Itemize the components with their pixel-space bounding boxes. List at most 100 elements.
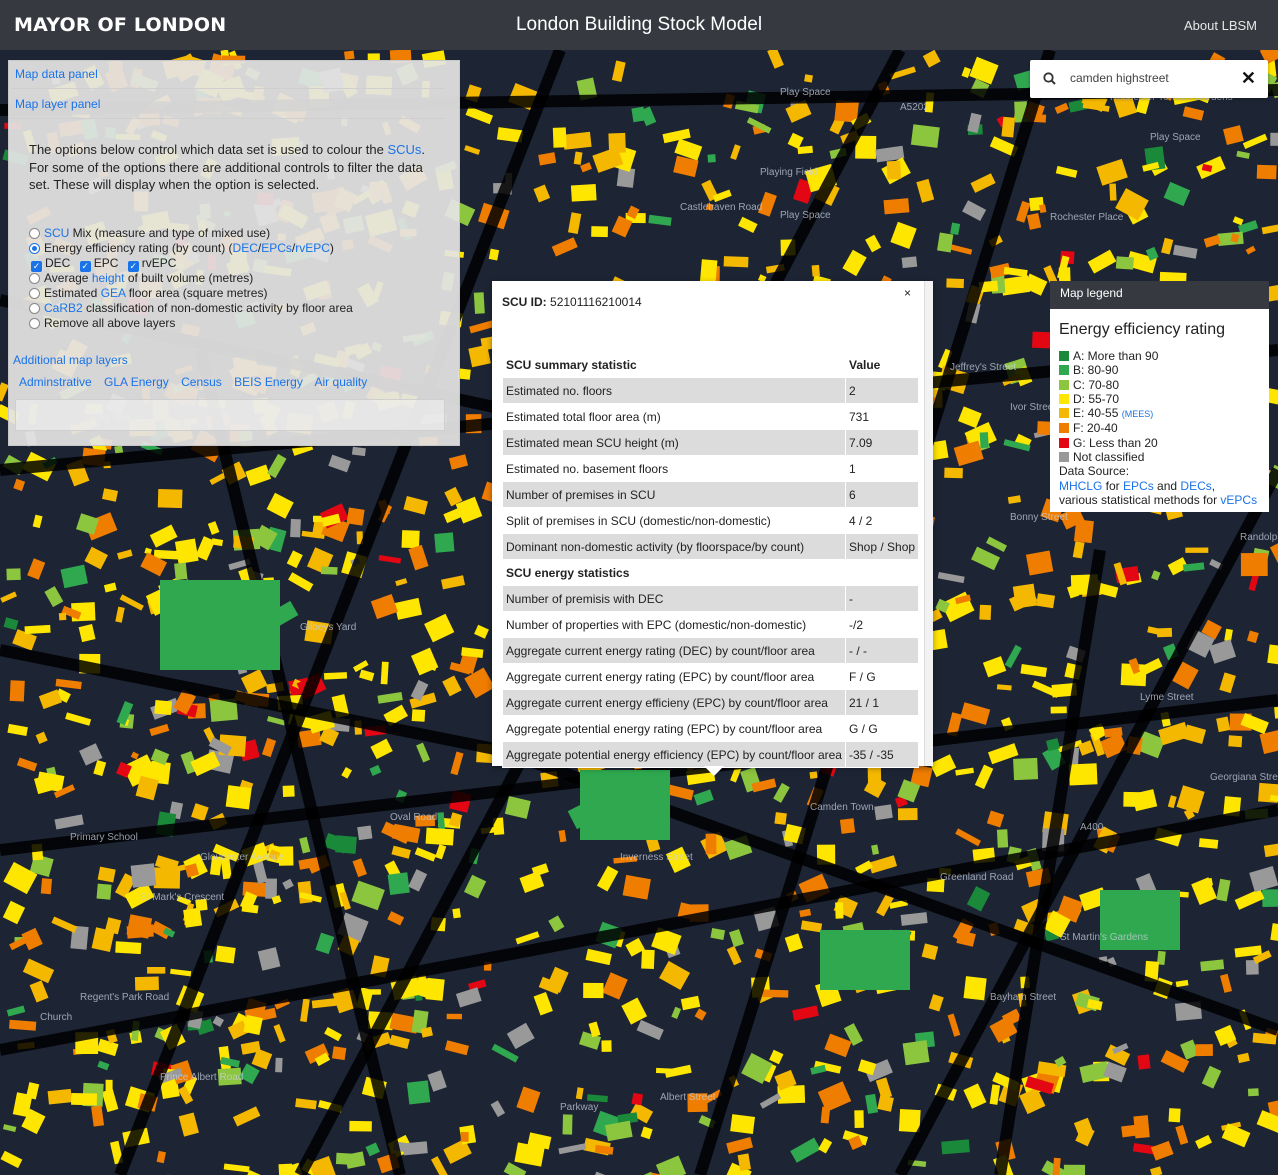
carb2-link[interactable]: CaRB2	[44, 301, 83, 315]
stat-value: - / -	[844, 637, 920, 664]
building-block	[154, 700, 173, 716]
building-block	[468, 344, 491, 368]
building-block	[1001, 116, 1016, 138]
gea-link[interactable]: GEA	[101, 286, 126, 300]
tab-beis-energy[interactable]: BEIS Energy	[234, 375, 303, 389]
legend-item: C: 70-80	[1059, 378, 1257, 392]
radio-carb2[interactable]	[29, 303, 40, 314]
building-block	[134, 976, 159, 991]
legend-header[interactable]: Map legend	[1050, 281, 1269, 309]
building-block	[946, 278, 964, 289]
park-area	[160, 580, 280, 670]
dec-link[interactable]: DEC	[233, 241, 258, 255]
clear-search-icon[interactable]: ✕	[1241, 68, 1256, 89]
radio-height[interactable]	[29, 273, 40, 284]
building-block	[9, 680, 25, 702]
stat-value: G / G	[844, 715, 920, 742]
for-text: for	[1102, 478, 1124, 493]
mhclg-link[interactable]: MHCLG	[1059, 479, 1102, 493]
decs-source-link[interactable]: DECs	[1180, 479, 1211, 493]
option-scu-mix[interactable]: SCU Mix (measure and type of mixed use)	[29, 226, 353, 241]
building-block	[215, 945, 236, 964]
search-input[interactable]	[1068, 70, 1232, 86]
building-block	[1109, 183, 1117, 201]
stat-value: 21 / 1	[844, 689, 920, 716]
building-block	[730, 1114, 756, 1135]
building-block	[979, 432, 989, 449]
option-height[interactable]: Average height of built volume (metres)	[29, 271, 353, 286]
tab-gla-energy[interactable]: GLA Energy	[104, 375, 169, 389]
radio-gea[interactable]	[29, 288, 40, 299]
legend-label: F: 20-40	[1073, 421, 1118, 436]
option-remove-layers[interactable]: Remove all above layers	[29, 316, 353, 331]
map-label: Randolph	[1240, 532, 1278, 543]
table-row: Number of properties with EPC (domestic/…	[502, 611, 920, 638]
map-label: A5202	[900, 102, 929, 113]
tab-census[interactable]: Census	[181, 375, 222, 389]
map-label: Church	[40, 1012, 72, 1023]
map-data-panel-link[interactable]: Map data panel	[15, 67, 98, 81]
stat-name: Number of premises in SCU	[502, 481, 846, 508]
map-label: Primary School	[70, 832, 138, 843]
building-block	[570, 184, 597, 202]
legend-source-line-2: various statistical methods for vEPCs	[1059, 493, 1257, 507]
table-row: Number of premisis with DEC -	[502, 585, 920, 612]
tab-air-quality[interactable]: Air quality	[315, 375, 368, 389]
stat-value: -	[844, 585, 920, 612]
stat-value: Shop / Shop	[844, 533, 920, 560]
map-label: Lyme Street	[1140, 692, 1194, 703]
radio-energy-efficiency[interactable]	[29, 243, 40, 254]
legend-item: E: 40-55 (MEES)	[1059, 406, 1257, 421]
map-layer-panel-header[interactable]: Map layer panel	[11, 91, 445, 119]
building-block	[473, 292, 485, 314]
option-gea[interactable]: Estimated GEA floor area (square metres)	[29, 286, 353, 301]
building-block	[979, 604, 992, 620]
vepcs-link[interactable]: vEPCs	[1220, 493, 1257, 507]
map-label: Albert Street	[660, 1092, 716, 1103]
radio-remove-layers[interactable]	[29, 318, 40, 329]
tab-adminstrative[interactable]: Adminstrative	[19, 375, 92, 389]
popup-scrollbar[interactable]	[924, 281, 933, 766]
scus-link[interactable]: SCUs	[387, 142, 421, 157]
close-paren: )	[329, 241, 334, 255]
additional-map-layers-link[interactable]: Additional map layers	[13, 353, 128, 367]
top-bar: MAYOR OF LONDON London Building Stock Mo…	[0, 0, 1278, 50]
map-label: St Mark's Crescent	[140, 892, 224, 903]
map-label: Play Space	[780, 210, 831, 221]
scu-id-label: SCU ID:	[502, 295, 547, 309]
about-link[interactable]: About LBSM	[1184, 18, 1257, 33]
map-label: Playing Field	[760, 167, 817, 178]
building-block	[425, 827, 455, 846]
building-block	[854, 1110, 864, 1128]
map-label: Gloucester Avenue	[200, 852, 285, 863]
epcs-link[interactable]: EPCs	[261, 241, 292, 255]
map-layer-panel-link[interactable]: Map layer panel	[15, 97, 100, 111]
building-block	[278, 1163, 293, 1175]
park-area	[580, 770, 670, 840]
stat-value: Value	[844, 351, 920, 378]
option-carb2[interactable]: CaRB2 classification of non-domestic act…	[29, 301, 353, 316]
rvepc-link[interactable]: rvEPC	[295, 241, 330, 255]
scu-link[interactable]: SCU	[44, 226, 69, 240]
building-block	[937, 232, 954, 253]
popup-close-icon[interactable]: ×	[904, 286, 911, 300]
option-energy-efficiency[interactable]: Energy efficiency rating (by count) (DEC…	[29, 241, 353, 256]
stat-name: Estimated no. floors	[502, 377, 846, 404]
epcs-source-link[interactable]: EPCs	[1123, 479, 1154, 493]
building-block	[157, 488, 183, 509]
stat-name: Estimated no. basement floors	[502, 455, 846, 482]
legend-swatch	[1059, 379, 1069, 390]
map-label: Greenland Road	[940, 872, 1013, 883]
map-data-panel-header[interactable]: Map data panel	[11, 61, 445, 89]
building-block	[901, 256, 918, 269]
radio-scu-mix[interactable]	[29, 228, 40, 239]
table-row: Dominant non-domestic activity (by floor…	[502, 533, 920, 560]
building-block	[411, 709, 426, 722]
building-block	[910, 124, 940, 148]
checkbox-epc-label: EPC	[93, 256, 119, 270]
building-block	[1156, 627, 1173, 638]
height-link[interactable]: height	[92, 271, 125, 285]
building-block	[1050, 706, 1067, 714]
stat-name: Aggregate current energy rating (DEC) by…	[502, 637, 846, 664]
mees-link[interactable]: (MEES)	[1122, 409, 1154, 419]
